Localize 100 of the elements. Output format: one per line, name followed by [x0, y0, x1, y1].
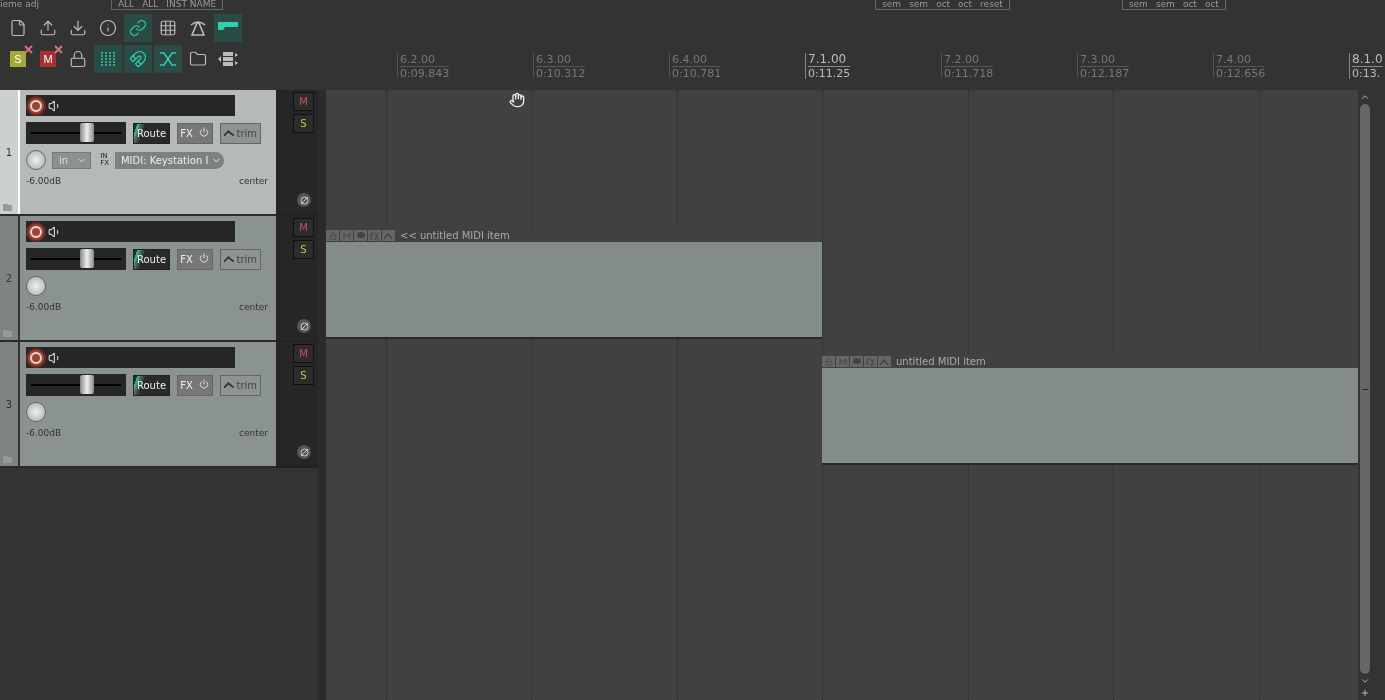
fx-button[interactable]: FX: [177, 122, 214, 144]
solo-button[interactable]: S: [293, 114, 314, 133]
bar-label: 7.1.00: [808, 53, 851, 67]
envelope-icon: [224, 129, 235, 137]
link-icon: [129, 19, 147, 37]
trim-button[interactable]: trim: [220, 122, 262, 144]
pitch-button[interactable]: oct: [1204, 0, 1219, 9]
time-label: 0:12.187: [1080, 67, 1130, 80]
time-label: 0:10.312: [536, 67, 586, 80]
envelope-icon: [224, 381, 235, 389]
magnet-icon: [129, 50, 147, 68]
route-button[interactable]: Route: [133, 374, 171, 396]
hand-cursor-icon: [509, 92, 525, 108]
pitch-button[interactable]: oct: [936, 0, 951, 9]
folder-icon: [3, 330, 12, 337]
envelope-icon: [224, 255, 235, 263]
input-device-dropdown[interactable]: MIDI: Keystation I: [114, 151, 225, 169]
layout-icon: [218, 50, 238, 68]
toolbar-button[interactable]: [124, 45, 152, 73]
folder-icon: [189, 50, 207, 68]
fx-button[interactable]: FX: [177, 248, 214, 270]
pitch-button[interactable]: sem: [882, 0, 902, 9]
fader-thumb[interactable]: [79, 375, 94, 394]
input-dropdown[interactable]: in: [52, 151, 92, 169]
mute-button[interactable]: M: [293, 344, 314, 363]
cross-icon: [54, 45, 63, 54]
bar-label: 7.3.00: [1080, 53, 1130, 67]
toolbar-button[interactable]: [154, 45, 182, 73]
solo-button[interactable]: S: [293, 240, 314, 259]
mute-button[interactable]: M: [293, 218, 314, 237]
solo-button[interactable]: S: [293, 366, 314, 385]
toolbar-button[interactable]: [124, 14, 152, 42]
volume-readout: -6.00dB: [26, 428, 62, 438]
time-label: 0:12.656: [1216, 67, 1266, 80]
crossfade-icon: [159, 50, 177, 68]
filter-button[interactable]: ALL: [142, 0, 159, 9]
filter-button[interactable]: ALL: [117, 0, 135, 9]
pitch-button[interactable]: sem: [1128, 0, 1148, 9]
pitch-button[interactable]: sem: [1155, 0, 1175, 9]
volume-fader[interactable]: [26, 248, 126, 270]
new-file-icon: [9, 19, 27, 37]
volume-fader[interactable]: [26, 122, 126, 144]
bar-label: 6.4.00: [672, 53, 722, 67]
item-title: << untitled MIDI item: [400, 230, 510, 241]
power-icon: [198, 379, 209, 389]
pan-knob[interactable]: [26, 150, 46, 170]
filter-button[interactable]: INST NAME: [166, 0, 217, 9]
bar-label: 7.4.00: [1216, 53, 1266, 67]
power-icon: [198, 253, 209, 263]
record-arm-button[interactable]: [26, 347, 46, 368]
track-name-field[interactable]: [26, 347, 235, 368]
pitch-button[interactable]: oct: [958, 0, 973, 9]
trim-button[interactable]: trim: [220, 374, 262, 396]
fx-button[interactable]: FX: [177, 374, 214, 396]
time-label: 0:09.843: [400, 67, 450, 80]
track-name-field[interactable]: [26, 95, 235, 116]
grid-lines-icon: [99, 50, 117, 68]
phase-button[interactable]: [297, 319, 311, 333]
scroll-up-icon: [1360, 92, 1370, 102]
track-number: 1: [5, 146, 13, 158]
toolbar-button[interactable]: [94, 45, 122, 73]
volume-fader[interactable]: [26, 374, 126, 396]
toolbar-button[interactable]: S: [4, 45, 32, 73]
zoom-in-icon: [1360, 688, 1370, 698]
record-arm-button[interactable]: [26, 221, 46, 242]
download-icon: [69, 19, 87, 37]
lock-icon: [69, 50, 87, 68]
track-number: 3: [5, 398, 13, 410]
midi-item[interactable]: [326, 242, 822, 339]
fader-thumb[interactable]: [79, 249, 94, 268]
route-button[interactable]: Route: [133, 248, 171, 270]
pan-knob[interactable]: [26, 276, 46, 296]
folder-icon: [3, 456, 12, 463]
trim-button[interactable]: trim: [220, 248, 262, 270]
pan-readout: center: [239, 176, 268, 186]
pitch-button[interactable]: oct: [1182, 0, 1197, 9]
info-icon: [99, 19, 117, 37]
upload-icon: [39, 19, 57, 37]
track-name-field[interactable]: [26, 221, 235, 242]
toolbar-button[interactable]: [214, 14, 242, 42]
record-arm-button[interactable]: [26, 95, 46, 116]
midi-item[interactable]: [822, 368, 1358, 465]
volume-readout: -6.00dB: [26, 302, 62, 312]
toolbar-button[interactable]: M: [34, 45, 62, 73]
bar-label: 8.1.0: [1352, 53, 1383, 67]
road-icon: [189, 19, 207, 37]
phase-button[interactable]: [297, 193, 311, 207]
item-title: untitled MIDI item: [896, 356, 986, 367]
mute-button[interactable]: M: [293, 92, 314, 111]
route-button[interactable]: Route: [133, 122, 171, 144]
bar-label: 6.3.00: [536, 53, 586, 67]
track-number: 2: [5, 272, 13, 284]
pitch-button[interactable]: sem: [909, 0, 929, 9]
grid-icon: [159, 19, 177, 37]
pitch-button[interactable]: reset: [980, 0, 1003, 9]
fader-thumb[interactable]: [79, 123, 94, 142]
toolbar-label: ieme adj: [0, 0, 39, 9]
pan-knob[interactable]: [26, 402, 46, 422]
time-label: 0:13.: [1352, 67, 1382, 80]
phase-button[interactable]: [297, 445, 311, 459]
